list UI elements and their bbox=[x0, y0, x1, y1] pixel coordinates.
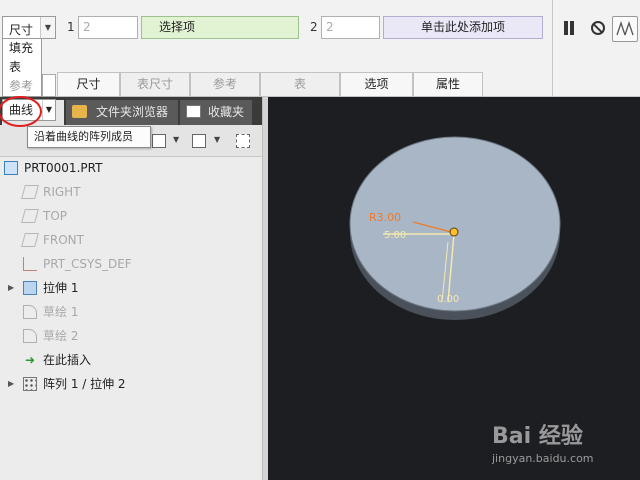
tree-item-extrude-1[interactable]: ▶ 拉伸 1 bbox=[0, 277, 262, 299]
tree-item-csys[interactable]: PRT_CSYS_DEF bbox=[0, 253, 262, 275]
chevron-down-icon[interactable]: ▼ bbox=[173, 135, 179, 144]
pattern-icon bbox=[23, 377, 37, 391]
direction1-number: 1 bbox=[67, 20, 75, 34]
tree-item-label: TOP bbox=[43, 209, 68, 223]
tree-item-sketch-2[interactable]: 草绘 2 bbox=[0, 325, 262, 347]
favorites-icon bbox=[186, 105, 201, 118]
tab-table-dimensions[interactable]: 表尺寸 bbox=[120, 72, 190, 97]
pattern-dashboard: 尺寸 ▼ 1 2 选择项 2 2 单击此处添加项 尺寸 表尺寸 参考 表 选项 … bbox=[0, 0, 640, 97]
tab-favorites[interactable]: 收藏夹 bbox=[180, 100, 252, 125]
dropdown-option-fill[interactable]: 填充 bbox=[3, 39, 41, 58]
tree-item-top-plane[interactable]: TOP bbox=[0, 205, 262, 227]
radius-dimension[interactable]: R3.00 bbox=[369, 211, 401, 224]
chevron-down-icon[interactable]: ▼ bbox=[40, 17, 55, 38]
datum-plane-icon bbox=[21, 185, 39, 199]
pattern-type-select[interactable]: 尺寸 ▼ bbox=[2, 16, 56, 39]
tree-item-front-plane[interactable]: FRONT bbox=[0, 229, 262, 251]
preview-icon[interactable] bbox=[612, 16, 638, 42]
csys-icon bbox=[23, 257, 37, 271]
tree-item-label: 草绘 2 bbox=[43, 329, 79, 343]
tree-item-label: RIGHT bbox=[43, 185, 81, 199]
dropdown-option-reference[interactable]: 参考 bbox=[3, 77, 41, 96]
chevron-down-icon[interactable]: ▼ bbox=[214, 135, 220, 144]
tab-dimensions[interactable]: 尺寸 bbox=[57, 72, 120, 97]
watermark-logo: Bai 经验 bbox=[492, 424, 583, 449]
tree-settings-icon[interactable] bbox=[192, 134, 206, 148]
tree-filter-icon[interactable] bbox=[152, 134, 166, 148]
dropdown-option-table[interactable]: 表 bbox=[3, 58, 41, 77]
tree-item-part[interactable]: PRT0001.PRT bbox=[0, 157, 262, 179]
tree-columns-icon[interactable] bbox=[236, 134, 250, 148]
part-icon bbox=[4, 161, 18, 175]
graphics-window[interactable]: R3.00 5.00 0.00 bbox=[268, 97, 640, 480]
pattern-type-dropdown: 填充 表 参考 bbox=[2, 39, 42, 97]
tree-item-label: 拉伸 1 bbox=[43, 281, 79, 295]
tree-item-insert-here[interactable]: ➜ 在此插入 bbox=[0, 349, 262, 371]
datum-plane-icon bbox=[21, 233, 39, 247]
sketch-icon bbox=[23, 305, 37, 319]
length-dimension[interactable]: 5.00 bbox=[384, 230, 406, 241]
cancel-icon[interactable] bbox=[591, 21, 605, 35]
tree-item-pattern-1[interactable]: ▶ 阵列 1 / 拉伸 2 bbox=[0, 373, 262, 395]
tooltip: 沿着曲线的阵列成员 bbox=[27, 126, 151, 148]
tab-references[interactable]: 参考 bbox=[190, 72, 260, 97]
tab-favorites-label: 收藏夹 bbox=[208, 105, 245, 119]
tree-item-label: PRT0001.PRT bbox=[24, 161, 103, 175]
tree-item-label: PRT_CSYS_DEF bbox=[43, 257, 132, 271]
chevron-down-icon[interactable]: ▼ bbox=[42, 100, 55, 120]
tree-item-right-plane[interactable]: RIGHT bbox=[0, 181, 262, 203]
direction2-collector[interactable]: 单击此处添加项 bbox=[383, 16, 543, 39]
folder-icon bbox=[72, 105, 87, 118]
sketch-icon bbox=[23, 329, 37, 343]
navigator-tab-strip: 曲线 ▼ 模 文件夹浏览器 收藏夹 bbox=[0, 96, 262, 127]
pause-icon[interactable] bbox=[562, 21, 576, 37]
pattern-type-value: 尺寸 bbox=[9, 23, 34, 37]
direction2-count-input[interactable]: 2 bbox=[321, 16, 380, 39]
tab-properties[interactable]: 属性 bbox=[413, 72, 483, 97]
highlight-circle bbox=[0, 96, 42, 127]
insert-arrow-icon: ➜ bbox=[24, 353, 36, 367]
dashboard-divider bbox=[552, 0, 553, 97]
disk-top-face bbox=[349, 136, 561, 312]
pattern-anchor-point bbox=[449, 227, 459, 237]
offset-dimension[interactable]: 0.00 bbox=[437, 294, 459, 305]
extrude-icon bbox=[23, 281, 37, 295]
datum-plane-icon bbox=[21, 209, 39, 223]
model-navigator: 曲线 ▼ 模 文件夹浏览器 收藏夹 ▼ ▼ PRT0001.PRT RIGHT bbox=[0, 96, 262, 480]
tab-folder-browser[interactable]: 文件夹浏览器 bbox=[66, 100, 178, 125]
tree-item-label: 阵列 1 / 拉伸 2 bbox=[43, 377, 126, 391]
tree-item-sketch-1[interactable]: 草绘 1 bbox=[0, 301, 262, 323]
tree-item-label: 草绘 1 bbox=[43, 305, 79, 319]
direction2-number: 2 bbox=[310, 20, 318, 34]
tab-options[interactable]: 选项 bbox=[340, 72, 413, 97]
tree-item-label: 在此插入 bbox=[43, 353, 92, 367]
direction1-collector[interactable]: 选择项 bbox=[141, 16, 299, 39]
direction1-count-input[interactable]: 2 bbox=[78, 16, 138, 39]
tree-item-label: FRONT bbox=[43, 233, 84, 247]
tab-folder-browser-label: 文件夹浏览器 bbox=[96, 105, 169, 119]
expand-arrow-icon[interactable]: ▶ bbox=[8, 277, 14, 299]
watermark-url: jingyan.baidu.com bbox=[492, 452, 594, 465]
model-view: R3.00 5.00 0.00 bbox=[349, 136, 561, 320]
expand-arrow-icon[interactable]: ▶ bbox=[8, 373, 14, 395]
tab-tables[interactable]: 表 bbox=[260, 72, 340, 97]
dropdown-scroll-stub bbox=[42, 74, 56, 97]
